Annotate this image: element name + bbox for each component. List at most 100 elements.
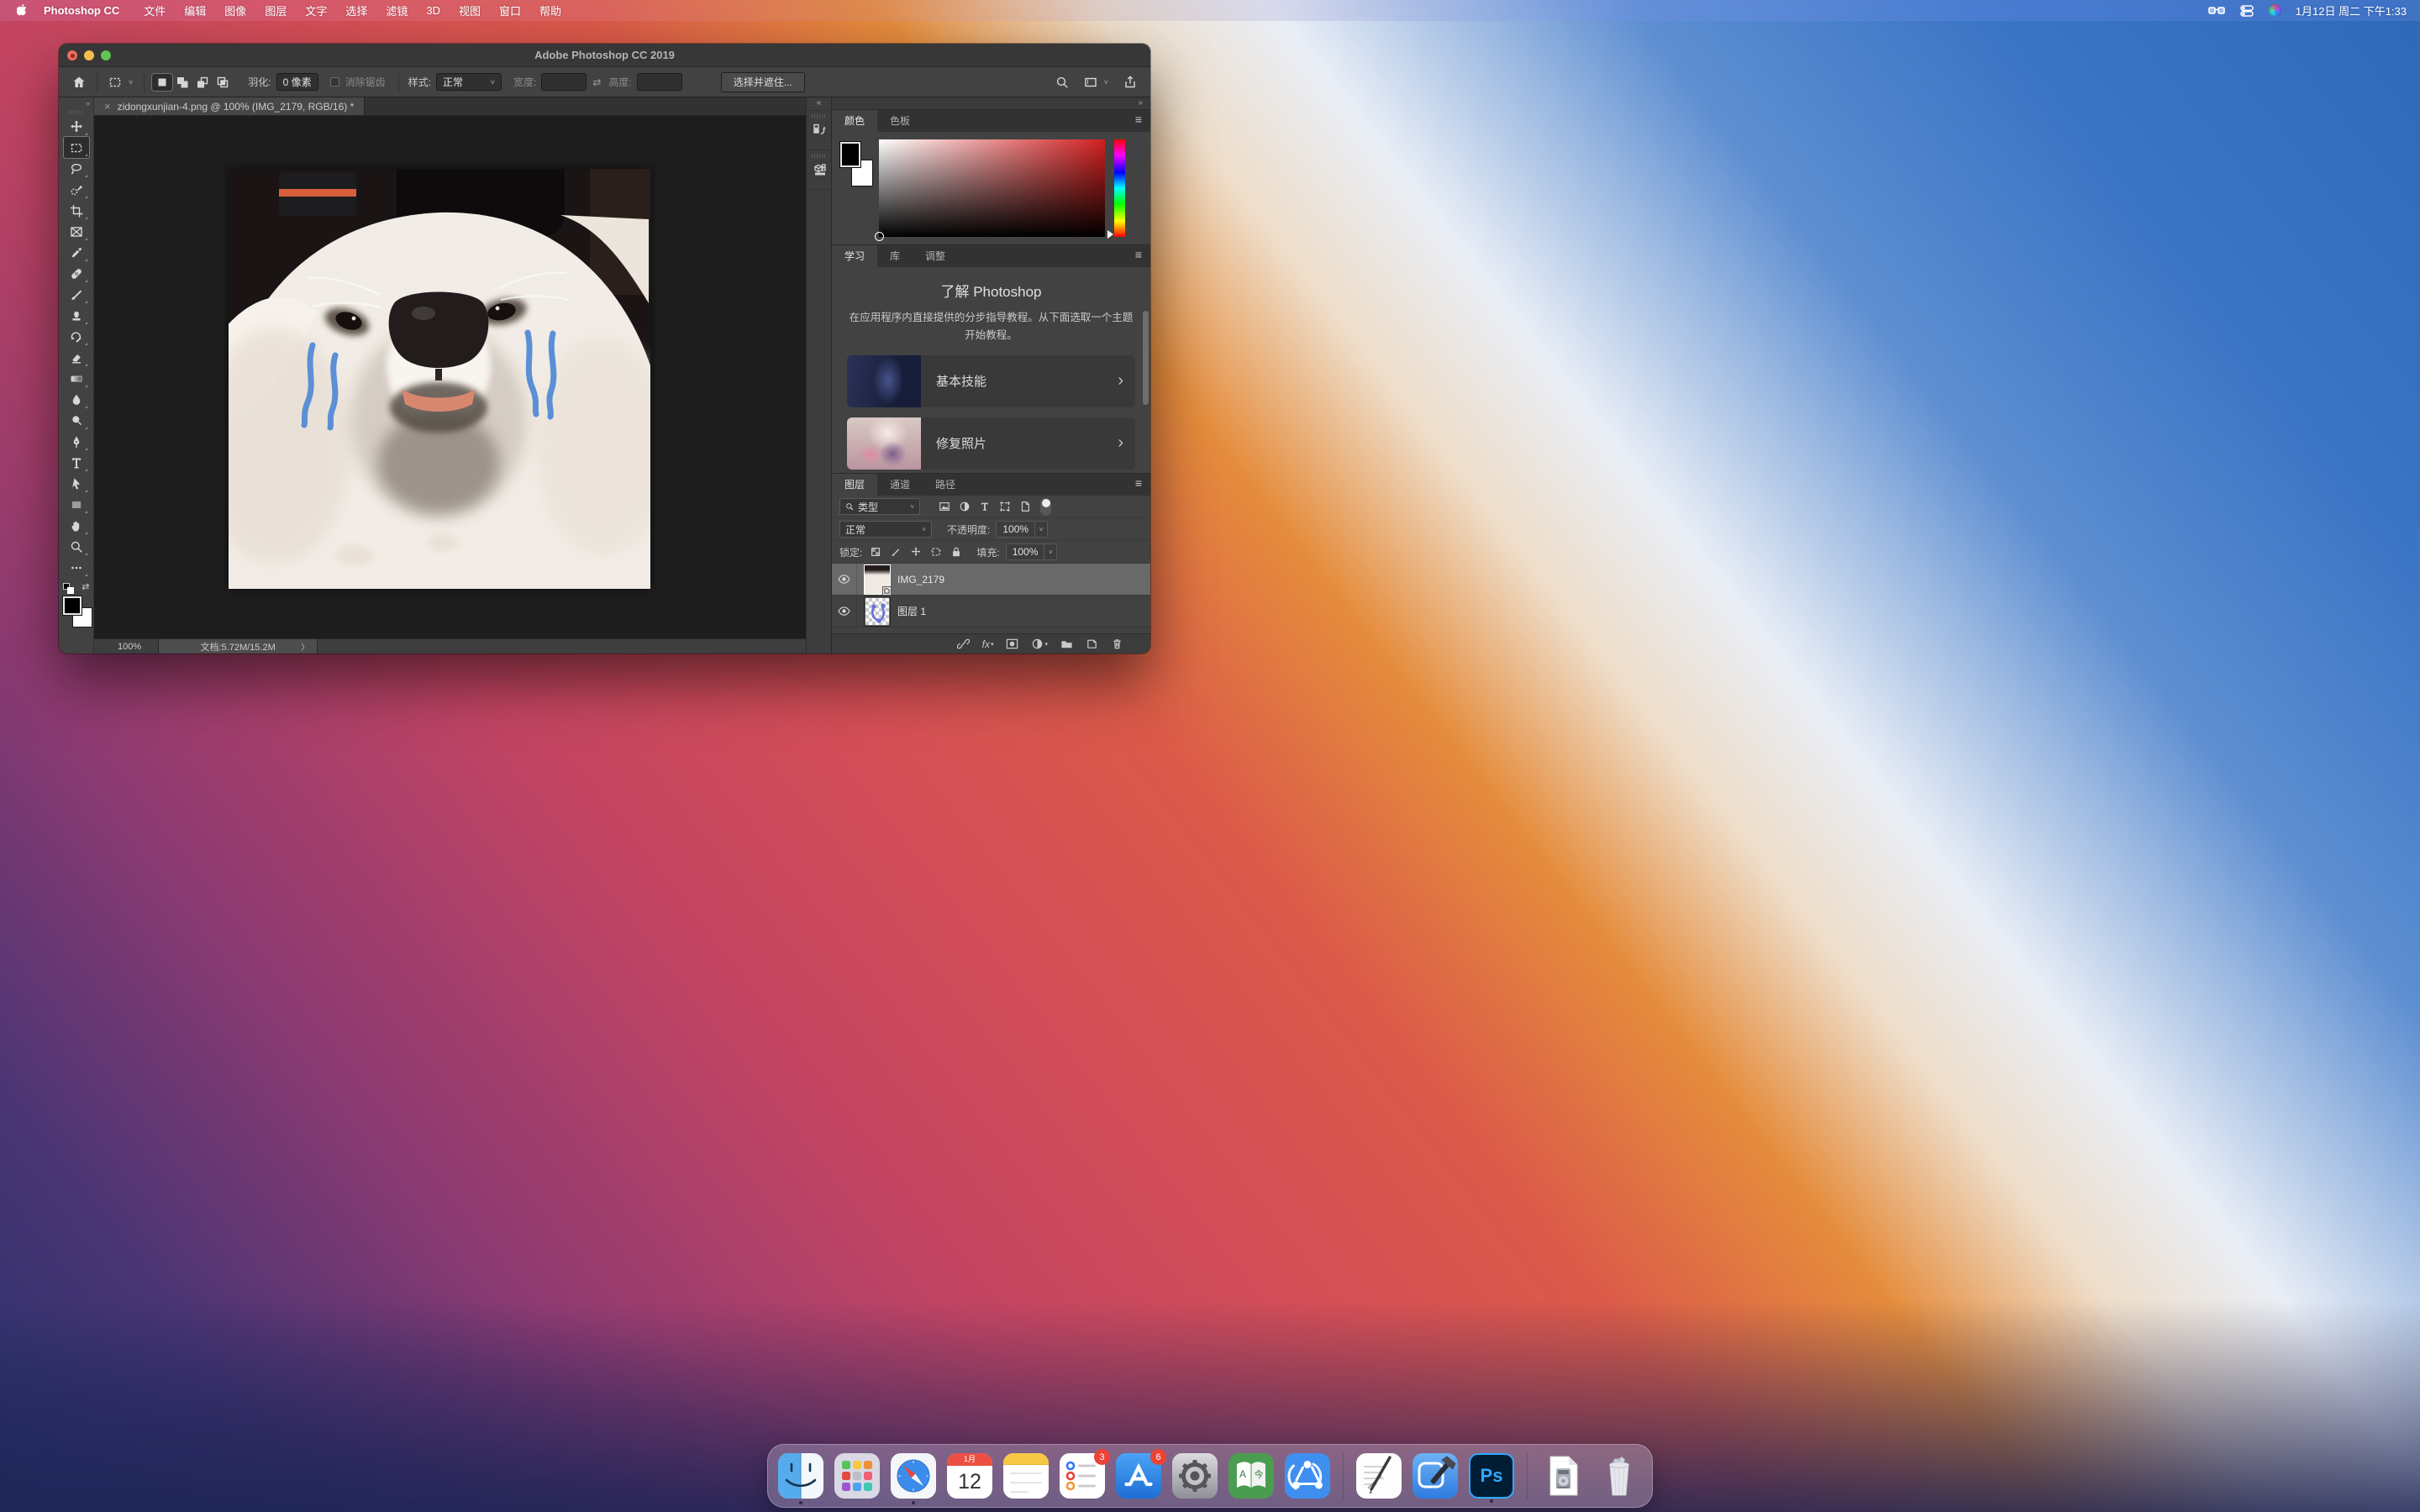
history-panel-button[interactable] — [807, 110, 831, 150]
dock-app-store-connect-icon[interactable] — [1285, 1453, 1330, 1499]
learn-card-retouch-photos[interactable]: 修复照片 › — [847, 417, 1135, 470]
layer-visibility-toggle[interactable] — [832, 596, 857, 627]
learn-scrollbar[interactable] — [1143, 311, 1149, 405]
tab-libraries[interactable]: 库 — [877, 245, 913, 267]
hue-slider[interactable] — [1114, 139, 1125, 237]
new-selection-mode-button[interactable] — [152, 74, 172, 91]
tool-history-brush[interactable] — [64, 326, 89, 347]
learn-card-basic-skills[interactable]: 基本技能 › — [847, 355, 1135, 407]
filter-smart-objects-icon[interactable] — [1018, 500, 1032, 514]
filter-shape-layers-icon[interactable] — [997, 500, 1012, 514]
select-and-mask-button[interactable]: 选择并遮住... — [721, 72, 805, 92]
delete-layer-icon[interactable] — [1111, 638, 1123, 650]
opacity-input[interactable]: 100% ˅ — [996, 521, 1048, 538]
swap-dimensions-icon[interactable]: ⇄ — [592, 76, 601, 88]
menu-item-file[interactable]: 文件 — [144, 3, 166, 18]
panel-menu-icon[interactable]: ≡ — [1135, 110, 1150, 132]
tool-blur[interactable] — [64, 389, 89, 410]
layer-visibility-toggle[interactable] — [832, 564, 857, 595]
apple-menu-icon[interactable] — [17, 4, 29, 18]
tool-gradient[interactable] — [64, 368, 89, 389]
layer-style-icon[interactable]: fx▾ — [982, 638, 994, 650]
close-tab-icon[interactable]: × — [104, 100, 111, 113]
close-window-button[interactable] — [67, 50, 77, 60]
menu-item-filter[interactable]: 滤镜 — [386, 3, 408, 18]
menu-item-image[interactable]: 图像 — [224, 3, 246, 18]
new-layer-icon[interactable] — [1086, 638, 1098, 650]
menu-item-edit[interactable]: 编辑 — [184, 3, 206, 18]
filter-pixel-layers-icon[interactable] — [937, 500, 951, 514]
dock-photoshop-icon[interactable]: Ps — [1469, 1453, 1514, 1499]
lock-artboard-icon[interactable] — [929, 545, 943, 559]
link-layers-icon[interactable] — [957, 638, 970, 650]
menu-item-select[interactable]: 选择 — [345, 3, 367, 18]
workspace-switcher-icon[interactable]: ˅ — [1081, 74, 1112, 91]
tool-hand[interactable] — [64, 515, 89, 536]
menu-app-name[interactable]: Photoshop CC — [44, 4, 119, 17]
dock-finder-icon[interactable] — [778, 1453, 823, 1499]
style-dropdown[interactable]: 正常 ˅ — [436, 73, 502, 91]
tool-eyedropper[interactable] — [64, 242, 89, 263]
saturation-field[interactable] — [879, 139, 1105, 237]
home-button[interactable] — [69, 74, 89, 91]
zoom-level-field[interactable]: 100% — [118, 642, 141, 652]
feather-input[interactable]: 0 像素 — [276, 73, 318, 91]
lock-position-icon[interactable] — [908, 545, 923, 559]
adjustment-layer-icon[interactable]: ▾ — [1031, 638, 1048, 650]
blend-mode-dropdown[interactable]: 正常 ˅ — [839, 521, 932, 538]
menu-item-3d[interactable]: 3D — [426, 4, 440, 17]
layer-thumbnail[interactable] — [865, 565, 890, 594]
dock-dictionary-icon[interactable]: A今 — [1228, 1453, 1274, 1499]
share-icon[interactable] — [1120, 74, 1140, 91]
tool-brush[interactable] — [64, 284, 89, 305]
width-input[interactable] — [541, 73, 587, 91]
control-center-icon[interactable] — [2240, 5, 2254, 17]
filter-adjustment-layers-icon[interactable] — [957, 500, 971, 514]
tool-frame[interactable] — [64, 221, 89, 242]
tool-shape[interactable] — [64, 494, 89, 515]
lock-all-icon[interactable] — [949, 545, 963, 559]
document-tab[interactable]: × zidongxunjian-4.png @ 100% (IMG_2179, … — [94, 97, 365, 115]
tool-pen[interactable] — [64, 431, 89, 452]
menu-item-help[interactable]: 帮助 — [539, 3, 561, 18]
status-chevron-icon[interactable]: 〉 — [301, 640, 309, 653]
collapse-panels-icon[interactable]: » — [832, 97, 1150, 109]
anti-alias-checkbox[interactable] — [330, 77, 339, 87]
tab-channels[interactable]: 通道 — [877, 474, 923, 496]
dock-trash-icon[interactable] — [1597, 1453, 1642, 1499]
dock-textedit-icon[interactable] — [1356, 1453, 1402, 1499]
add-to-selection-mode-button[interactable] — [172, 74, 192, 91]
canvas-pasteboard[interactable] — [94, 116, 806, 638]
layer-row-layer-1[interactable]: 图层 1 — [832, 596, 1150, 627]
layer-name[interactable]: 图层 1 — [897, 604, 926, 618]
menu-item-type[interactable]: 文字 — [305, 3, 327, 18]
tab-paths[interactable]: 路径 — [923, 474, 968, 496]
new-group-icon[interactable] — [1060, 638, 1073, 650]
panel-menu-icon[interactable]: ≡ — [1135, 245, 1150, 267]
swap-colors-icon[interactable]: ⇄ — [82, 581, 89, 592]
dock-launchpad-icon[interactable] — [834, 1453, 880, 1499]
menu-clock[interactable]: 1月12日 周二 下午1:33 — [2296, 3, 2407, 18]
tool-crop[interactable] — [64, 200, 89, 221]
tool-move[interactable] — [64, 116, 89, 137]
menu-item-view[interactable]: 视图 — [459, 3, 481, 18]
hue-slider-marker[interactable] — [1107, 230, 1118, 239]
canvas-document-image[interactable] — [229, 169, 650, 589]
tool-eraser[interactable] — [64, 347, 89, 368]
dock-calendar-icon[interactable]: 1月 12 — [947, 1453, 992, 1499]
minimize-window-button[interactable] — [84, 50, 94, 60]
menu-item-window[interactable]: 窗口 — [499, 3, 521, 18]
tab-learn[interactable]: 学习 — [832, 245, 877, 267]
dock-notes-icon[interactable] — [1003, 1453, 1049, 1499]
properties-panel-button[interactable] — [807, 150, 831, 189]
add-layer-mask-icon[interactable] — [1006, 638, 1018, 650]
dock-app-store-icon[interactable]: 6 — [1116, 1453, 1161, 1499]
subtract-selection-mode-button[interactable] — [192, 74, 213, 91]
tab-layers[interactable]: 图层 — [832, 474, 877, 496]
layer-row-img-2179[interactable]: IMG_2179 — [832, 564, 1150, 596]
toolbar-grip[interactable] — [69, 110, 84, 114]
dock-xcode-icon[interactable] — [1413, 1453, 1458, 1499]
tool-rectangular-marquee[interactable] — [64, 137, 89, 158]
window-title-bar[interactable]: Adobe Photoshop CC 2019 — [59, 44, 1150, 67]
tool-healing-brush[interactable] — [64, 263, 89, 284]
